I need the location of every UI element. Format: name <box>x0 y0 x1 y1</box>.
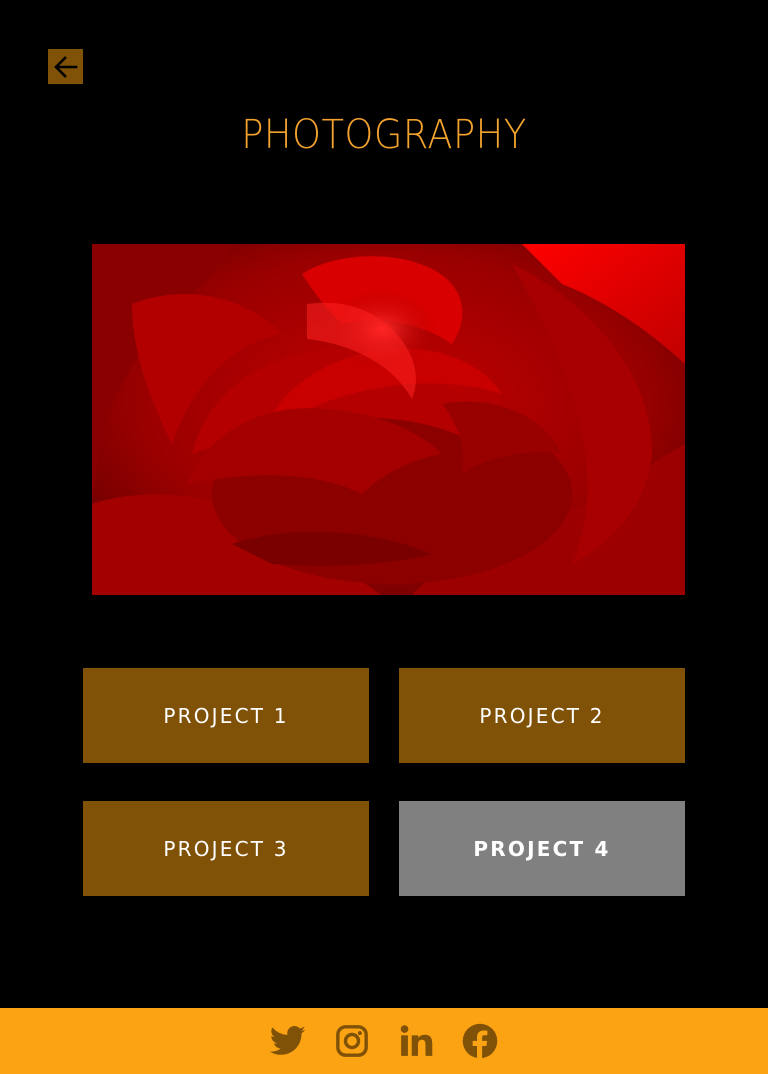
project-2-label: PROJECT 2 <box>479 703 605 728</box>
project-3-label: PROJECT 3 <box>163 836 289 861</box>
back-button[interactable] <box>48 49 83 84</box>
project-3-button[interactable]: PROJECT 3 <box>83 801 369 896</box>
linkedin-icon <box>399 1024 433 1058</box>
twitter-icon <box>270 1025 306 1057</box>
page-title: PHOTOGRAPHY <box>241 112 527 158</box>
arrow-left-icon <box>51 52 81 82</box>
project-4-label: PROJECT 4 <box>473 836 611 861</box>
hero-image <box>92 244 685 595</box>
instagram-link[interactable] <box>333 1022 371 1060</box>
facebook-link[interactable] <box>461 1022 499 1060</box>
photography-page: PHOTOGRAPHY PROJECT 1 PROJECT 2 PROJECT … <box>0 0 768 1074</box>
facebook-icon <box>462 1023 498 1059</box>
twitter-link[interactable] <box>269 1022 307 1060</box>
linkedin-link[interactable] <box>397 1022 435 1060</box>
project-1-button[interactable]: PROJECT 1 <box>83 668 369 763</box>
project-4-button[interactable]: PROJECT 4 <box>399 801 685 896</box>
instagram-icon <box>335 1024 369 1058</box>
project-1-label: PROJECT 1 <box>163 703 289 728</box>
project-2-button[interactable]: PROJECT 2 <box>399 668 685 763</box>
footer <box>0 1008 768 1074</box>
